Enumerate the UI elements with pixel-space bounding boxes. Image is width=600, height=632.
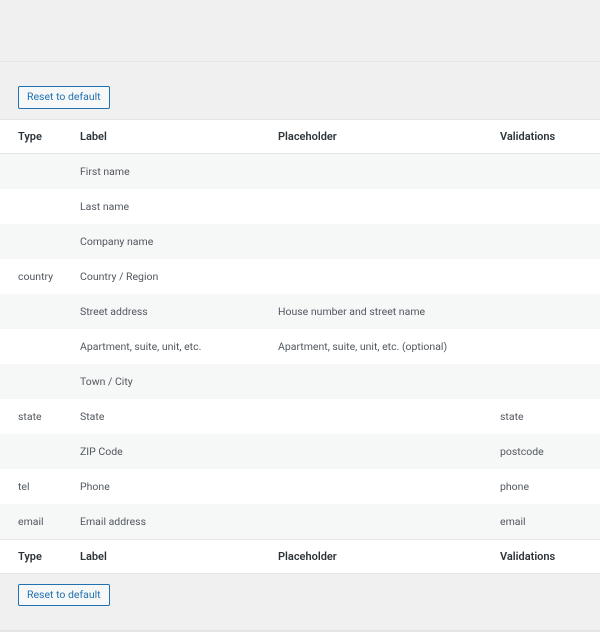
header-label[interactable]: Label: [72, 119, 270, 153]
cell-validations: [492, 294, 600, 329]
table-row[interactable]: countryCountry / Region: [0, 259, 600, 294]
footer-validations[interactable]: Validations: [492, 539, 600, 573]
cell-type: [0, 153, 72, 189]
cell-validations: email: [492, 504, 600, 540]
reset-row-top: Reset to default: [0, 86, 600, 109]
cell-validations: state: [492, 399, 600, 434]
cell-label: State: [72, 399, 270, 434]
cell-type: [0, 329, 72, 364]
cell-label: Company name: [72, 224, 270, 259]
cell-placeholder: [270, 153, 492, 189]
cell-placeholder: [270, 224, 492, 259]
cell-label: Country / Region: [72, 259, 270, 294]
toolbar-strip: [0, 0, 600, 62]
cell-validations: [492, 329, 600, 364]
reset-row-bottom: Reset to default: [0, 584, 600, 607]
cell-label: Street address: [72, 294, 270, 329]
cell-validations: [492, 224, 600, 259]
cell-label: Phone: [72, 469, 270, 504]
cell-placeholder: [270, 399, 492, 434]
table-row[interactable]: emailEmail addressemail: [0, 504, 600, 540]
table-row[interactable]: ZIP Code postcode: [0, 434, 600, 469]
footer-label[interactable]: Label: [72, 539, 270, 573]
cell-placeholder: [270, 434, 492, 469]
cell-label: Town / City: [72, 364, 270, 399]
cell-type: country: [0, 259, 72, 294]
reset-to-default-button[interactable]: Reset to default: [18, 86, 110, 109]
cell-type: state: [0, 399, 72, 434]
cell-placeholder: [270, 504, 492, 540]
footer-type[interactable]: Type: [0, 539, 72, 573]
cell-validations: postcode: [492, 434, 600, 469]
table-row[interactable]: stateStatestate: [0, 399, 600, 434]
footer-placeholder[interactable]: Placeholder: [270, 539, 492, 573]
table-header-row: Type Label Placeholder Validations: [0, 119, 600, 153]
cell-validations: [492, 259, 600, 294]
table-row[interactable]: Apartment, suite, unit, etc.Apartment, s…: [0, 329, 600, 364]
header-validations[interactable]: Validations: [492, 119, 600, 153]
cell-type: [0, 434, 72, 469]
table-row[interactable]: Company name: [0, 224, 600, 259]
cell-placeholder: [270, 189, 492, 224]
cell-label: Apartment, suite, unit, etc.: [72, 329, 270, 364]
cell-placeholder: [270, 469, 492, 504]
table-footer-row: Type Label Placeholder Validations: [0, 539, 600, 573]
cell-placeholder: [270, 364, 492, 399]
fields-table: Type Label Placeholder Validations First…: [0, 119, 600, 574]
cell-validations: [492, 189, 600, 224]
cell-placeholder: House number and street name: [270, 294, 492, 329]
content-area: Reset to default Type Label Placeholder …: [0, 62, 600, 632]
cell-label: First name: [72, 153, 270, 189]
cell-type: [0, 189, 72, 224]
cell-validations: phone: [492, 469, 600, 504]
cell-label: Last name: [72, 189, 270, 224]
table-row[interactable]: First name: [0, 153, 600, 189]
cell-type: [0, 364, 72, 399]
header-placeholder[interactable]: Placeholder: [270, 119, 492, 153]
table-row[interactable]: Street addressHouse number and street na…: [0, 294, 600, 329]
cell-label: Email address: [72, 504, 270, 540]
cell-validations: [492, 364, 600, 399]
cell-label: ZIP Code: [72, 434, 270, 469]
table-row[interactable]: telPhone phone: [0, 469, 600, 504]
cell-type: [0, 294, 72, 329]
cell-placeholder: [270, 259, 492, 294]
cell-type: email: [0, 504, 72, 540]
cell-type: tel: [0, 469, 72, 504]
cell-type: [0, 224, 72, 259]
table-row[interactable]: Last name: [0, 189, 600, 224]
reset-to-default-button-bottom[interactable]: Reset to default: [18, 584, 110, 607]
cell-validations: [492, 153, 600, 189]
header-type[interactable]: Type: [0, 119, 72, 153]
table-row[interactable]: Town / City: [0, 364, 600, 399]
cell-placeholder: Apartment, suite, unit, etc. (optional): [270, 329, 492, 364]
